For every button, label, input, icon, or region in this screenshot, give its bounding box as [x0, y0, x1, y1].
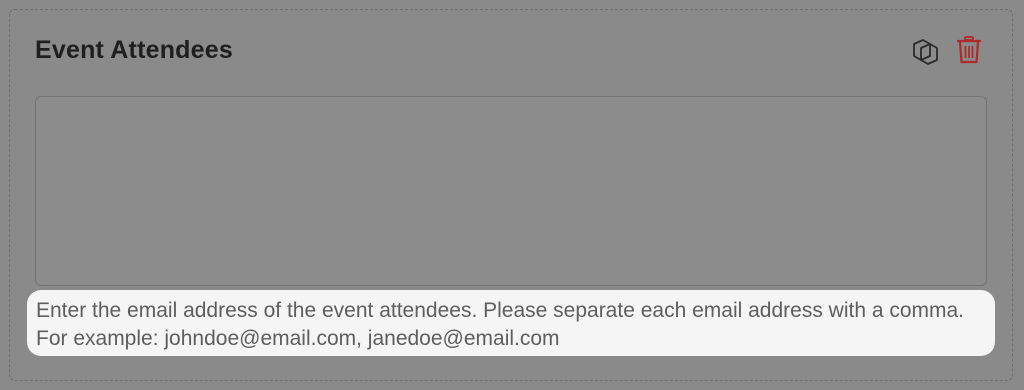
trash-icon [956, 36, 982, 64]
help-text: Enter the email address of the event att… [27, 290, 995, 356]
attendees-textarea[interactable] [35, 96, 987, 286]
duplicate-icon [913, 39, 938, 65]
field-title: Event Attendees [35, 36, 233, 64]
duplicate-button[interactable] [910, 35, 940, 65]
delete-button[interactable] [954, 35, 984, 65]
field-actions [910, 35, 984, 65]
